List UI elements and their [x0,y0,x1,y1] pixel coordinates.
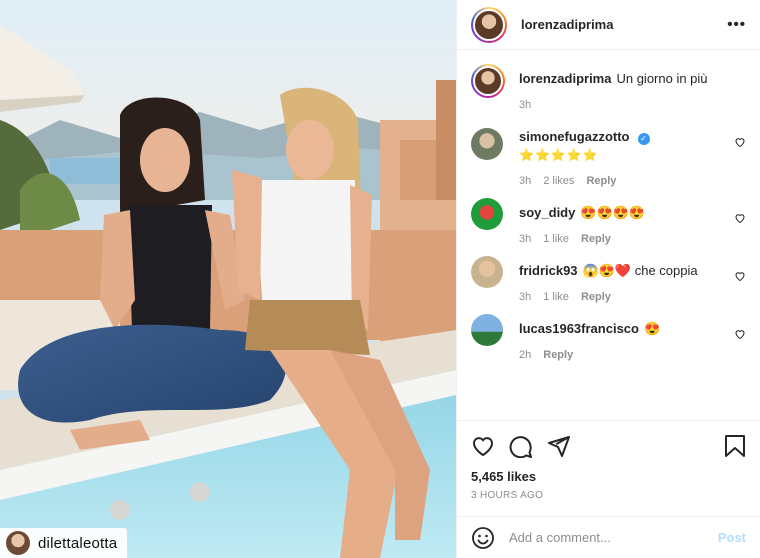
likes-count[interactable]: 5,465 likes [471,469,746,484]
like-heart-icon[interactable] [471,434,495,458]
comment-username[interactable]: fridrick93 [519,263,578,278]
comment-text: 😍😍😍😍 [580,205,646,220]
comment-meta: 3h 1 like Reply [519,288,746,306]
post-header: lorenzadiprima ••• [457,0,760,50]
comment-text: 😍 [643,321,661,336]
watermark-username: dilettaleotta [38,534,118,552]
comment-text: 😱😍❤️ che coppia [582,263,698,278]
photo-illustration [0,0,456,558]
comment-item: simonefugazzotto ✓ ⭐⭐⭐⭐⭐ 3h 2 likes Reply [457,128,760,190]
post-actions: 5,465 likes 3 HOURS AGO [457,420,760,501]
caption-meta: 3h [519,96,746,114]
caption-avatar[interactable] [471,64,505,98]
photo-watermark: dilettaleotta [0,528,128,558]
comment-avatar[interactable] [471,198,503,230]
comment-time[interactable]: 3h [519,288,531,306]
save-bookmark-icon[interactable] [724,434,746,458]
comment-time[interactable]: 3h [519,172,531,190]
comment-username[interactable]: lucas1963francisco [519,321,639,336]
comment-username[interactable]: simonefugazzotto [519,129,630,144]
reply-button[interactable]: Reply [581,230,611,248]
like-comment-heart-icon[interactable] [734,328,746,340]
comment-username[interactable]: soy_didy [519,205,575,220]
comment-likes[interactable]: 1 like [543,288,569,306]
reply-button[interactable]: Reply [586,172,616,190]
watermark-avatar [6,531,30,555]
post-comment-button[interactable]: Post [718,530,746,545]
comment-avatar[interactable] [471,128,503,160]
comment-time[interactable]: 2h [519,346,531,364]
comment-likes[interactable]: 1 like [543,230,569,248]
like-comment-heart-icon[interactable] [734,136,746,148]
comment-item: lucas1963francisco 😍 2h Reply [457,314,760,364]
comment-likes[interactable]: 2 likes [543,172,574,190]
reply-button[interactable]: Reply [543,346,573,364]
comment-avatar[interactable] [471,256,503,288]
add-comment-bar: Post [457,516,760,558]
post-photo[interactable]: dilettaleotta [0,0,456,558]
comment-text: ⭐⭐⭐⭐⭐ [519,148,599,162]
reply-button[interactable]: Reply [581,288,611,306]
comment-meta: 2h Reply [519,346,746,364]
comment-item: fridrick93 😱😍❤️ che coppia 3h 1 like Repl… [457,256,760,306]
post-side-panel: lorenzadiprima ••• lorenzadiprima Un gior… [456,0,760,558]
emoji-icon[interactable] [471,526,495,550]
comment-item: soy_didy 😍😍😍😍 3h 1 like Reply [457,198,760,248]
comment-bubble-icon[interactable] [509,434,533,458]
caption-text: Un giorno in più [616,71,708,86]
comments-list: lorenzadiprima Un giorno in più 3h simone… [457,64,760,364]
post-caption: lorenzadiprima Un giorno in più 3h [457,64,760,114]
caption-username[interactable]: lorenzadiprima [519,71,611,86]
comment-input[interactable] [509,530,718,545]
like-comment-heart-icon[interactable] [734,212,746,224]
header-username[interactable]: lorenzadiprima [521,17,727,32]
comment-avatar[interactable] [471,314,503,346]
caption-time[interactable]: 3h [519,96,531,114]
comment-meta: 3h 1 like Reply [519,230,746,248]
header-avatar[interactable] [471,6,507,43]
more-options-icon[interactable]: ••• [727,16,746,33]
action-icons [471,433,746,459]
comment-time[interactable]: 3h [519,230,531,248]
like-comment-heart-icon[interactable] [734,270,746,282]
share-paper-plane-icon[interactable] [547,434,571,458]
verified-badge-icon: ✓ [637,133,650,145]
comment-meta: 3h 2 likes Reply [519,172,746,190]
post-timestamp[interactable]: 3 HOURS AGO [471,490,746,501]
